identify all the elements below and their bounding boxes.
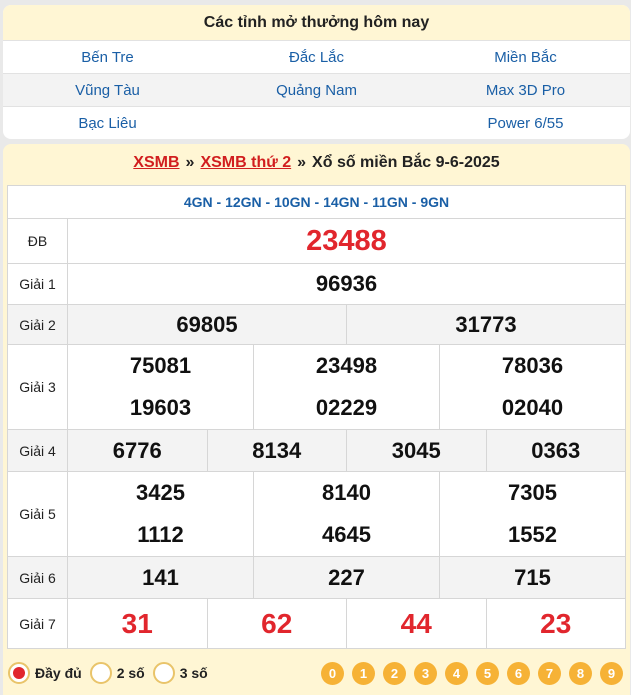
display-controls: Đầy đủ 2 số 3 số 0 1 2 3 4 5 6 7 8 9 — [8, 659, 623, 687]
prize-label-g1: Giải 1 — [7, 263, 68, 305]
province-empty-cell — [212, 106, 421, 139]
province-link-power-655[interactable]: Power 6/55 — [421, 106, 630, 139]
option-label: 3 số — [179, 665, 208, 681]
digit-filter-button[interactable]: 2 — [383, 661, 406, 685]
prize-g7-number: 23 — [485, 599, 626, 648]
results-header: XSMB » XSMB thứ 2 » Xổ số miền Bắc 9-6-2… — [3, 144, 630, 182]
prize-label-g3: Giải 3 — [7, 344, 68, 430]
breadcrumb-separator: » — [185, 154, 195, 171]
prize-label-g6: Giải 6 — [7, 556, 68, 599]
prize-g1-number: 96936 — [67, 263, 626, 305]
digit-filter-button[interactable]: 5 — [476, 661, 499, 685]
province-link-bac-lieu[interactable]: Bạc Liêu — [3, 106, 212, 139]
prize-g4-number: 8134 — [206, 430, 347, 471]
province-link-max-3d-pro[interactable]: Max 3D Pro — [421, 73, 630, 106]
results-card: XSMB » XSMB thứ 2 » Xổ số miền Bắc 9-6-2… — [3, 144, 630, 695]
digit-filter-button[interactable]: 9 — [600, 661, 623, 685]
province-link-mien-bac[interactable]: Miền Bắc — [421, 40, 630, 73]
prize-g2-number: 31773 — [346, 305, 625, 344]
prize-g5-number: 8140 — [322, 480, 371, 505]
radio-selected-icon[interactable] — [8, 662, 30, 684]
prize-g5-number: 4645 — [322, 522, 371, 547]
prize-g6-number: 715 — [439, 557, 625, 598]
digit-filter-button[interactable]: 3 — [414, 661, 437, 685]
prize-g5-number: 1552 — [508, 522, 557, 547]
breadcrumb-separator: » — [297, 154, 307, 171]
prize-g5-number: 1112 — [137, 522, 184, 547]
prize-g7-number: 44 — [346, 599, 486, 648]
prize-label-db: ĐB — [7, 218, 68, 264]
prize-g3-number: 23498 — [315, 353, 378, 378]
prize-g4-number: 6776 — [112, 437, 162, 463]
provinces-title: Các tỉnh mở thưởng hôm nay — [3, 5, 630, 40]
digit-filter-button[interactable]: 6 — [507, 661, 530, 685]
prize-g4-number: 3045 — [346, 430, 486, 471]
prize-g5-number: 3425 — [136, 480, 185, 505]
radio-icon[interactable] — [89, 662, 112, 684]
option-label: 2 số — [116, 665, 145, 681]
province-link-vung-tau[interactable]: Vũng Tàu — [3, 73, 212, 106]
prize-g2-number: 69805 — [176, 311, 238, 337]
option-3-digits[interactable]: 3 số — [152, 662, 208, 684]
prize-label-g2: Giải 2 — [7, 304, 68, 345]
prize-g3-number: 75081 — [129, 353, 192, 378]
prize-g6-number: 227 — [253, 557, 439, 598]
results-title: Xổ số miền Bắc 9-6-2025 — [312, 154, 500, 171]
prize-g3-number: 02229 — [315, 395, 378, 420]
provinces-card: Các tỉnh mở thưởng hôm nay Bến Tre Đắc L… — [3, 5, 630, 139]
prize-g7-number: 31 — [121, 607, 153, 639]
prize-g3-number: 02040 — [501, 395, 564, 420]
digit-filter-button[interactable]: 4 — [445, 661, 468, 685]
digit-filter-group: 0 1 2 3 4 5 6 7 8 9 — [321, 661, 623, 685]
prize-g3-number: 19603 — [129, 395, 192, 420]
province-link-quang-nam[interactable]: Quảng Nam — [212, 73, 421, 106]
digit-filter-button[interactable]: 0 — [321, 661, 344, 685]
province-link-dac-lac[interactable]: Đắc Lắc — [212, 40, 421, 73]
digit-filter-button[interactable]: 7 — [538, 661, 561, 685]
provinces-grid: Bến Tre Đắc Lắc Miền Bắc Vũng Tàu Quảng … — [3, 40, 630, 139]
option-label: Đầy đủ — [35, 665, 82, 681]
prize-db-number: 23488 — [67, 218, 626, 264]
option-2-digits[interactable]: 2 số — [89, 662, 145, 684]
prize-g4-number: 0363 — [485, 430, 626, 471]
option-full[interactable]: Đầy đủ — [8, 662, 82, 684]
prize-g3-number: 78036 — [501, 353, 564, 378]
prize-g5-number: 7305 — [508, 480, 557, 505]
xsmb-thu-2-link[interactable]: XSMB thứ 2 — [200, 154, 291, 172]
gn-codes: 4GN - 12GN - 10GN - 14GN - 11GN - 9GN — [7, 185, 626, 219]
radio-icon[interactable] — [152, 662, 175, 684]
digit-filter-button[interactable]: 1 — [352, 661, 375, 685]
province-link-ben-tre[interactable]: Bến Tre — [3, 40, 212, 73]
prize-g7-number: 62 — [206, 599, 347, 648]
digit-filter-button[interactable]: 8 — [569, 661, 592, 685]
prize-label-g4: Giải 4 — [7, 429, 68, 472]
xsmb-link[interactable]: XSMB — [133, 154, 179, 172]
prize-g6-number: 141 — [142, 564, 179, 590]
prize-label-g7: Giải 7 — [7, 598, 68, 649]
prize-label-g5: Giải 5 — [7, 471, 68, 557]
results-table: 4GN - 12GN - 10GN - 14GN - 11GN - 9GN ĐB… — [7, 185, 626, 649]
